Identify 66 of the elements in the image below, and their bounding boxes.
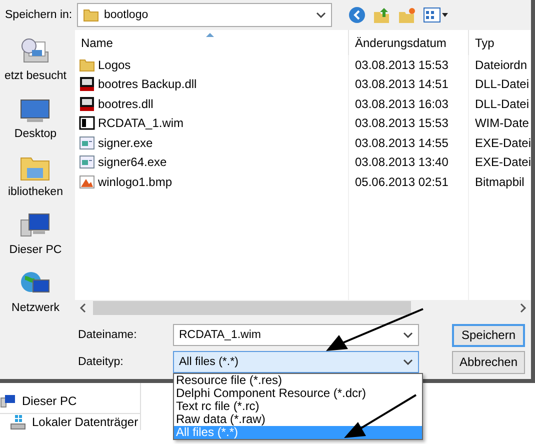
date-cell: 05.06.2013 02:51 <box>348 172 469 192</box>
filetype-option[interactable]: Text rc file (*.rc) <box>174 400 422 413</box>
folder-icon <box>83 7 99 23</box>
column-header[interactable]: Typ <box>468 30 531 55</box>
folder-dropdown[interactable]: bootlogo <box>77 3 332 27</box>
type-cell-text: DLL-Datei <box>474 76 530 94</box>
scroll-right-icon[interactable] <box>519 303 527 313</box>
filename-label: Dateiname: <box>76 329 138 341</box>
type-cell-text: Dateiordn <box>474 56 528 74</box>
date-cell: 03.08.2013 15:53 <box>348 55 469 74</box>
filetype-dropdown[interactable]: All files (*.*) <box>172 351 419 373</box>
type-cell-text: DLL-Datei <box>474 96 530 113</box>
cancel-button[interactable]: Abbrechen <box>452 350 525 374</box>
place-label: Dieser PC <box>9 244 62 256</box>
places-item[interactable]: ibliotheken <box>8 152 63 198</box>
date-cell: 03.08.2013 15:53 <box>348 114 469 133</box>
scroll-thumb[interactable] <box>92 301 411 315</box>
up-folder-icon[interactable] <box>373 6 391 24</box>
chevron-icon <box>402 332 413 338</box>
places-item[interactable]: Dieser PC <box>9 210 62 256</box>
chevron-icon <box>316 12 326 18</box>
resource-file-icon <box>78 76 95 92</box>
back-icon[interactable] <box>348 6 366 24</box>
file-name-item[interactable]: signer.exe <box>74 133 349 152</box>
view-menu-icon[interactable] <box>423 6 449 24</box>
drive-icon <box>10 414 26 430</box>
new-folder-icon[interactable] <box>398 6 416 24</box>
navigation-item[interactable]: Lokaler Datenträger <box>0 413 140 430</box>
file-name-item[interactable]: winlogo1.bmp <box>74 172 349 192</box>
save-in-label: Speichern in: <box>5 9 73 21</box>
sort-ascending-icon <box>204 32 215 38</box>
resource-file-icon <box>78 96 95 112</box>
places-item[interactable]: Desktop <box>14 94 57 140</box>
type-cell-text: EXE-Datei <box>474 154 531 172</box>
places-item[interactable]: Netzwerk <box>12 268 60 314</box>
place-label: Netzwerk <box>12 302 60 314</box>
application-window-icon <box>78 134 95 151</box>
image-file-icon <box>78 174 95 190</box>
file-name-item[interactable]: signer64.exe <box>74 152 349 172</box>
navigation-item[interactable]: Dieser PC <box>0 393 140 409</box>
date-cell: 03.08.2013 14:51 <box>348 74 469 94</box>
place-label: Desktop <box>14 128 57 140</box>
filetype-option[interactable]: Raw data (*.raw) <box>174 413 422 426</box>
file-name-item[interactable]: RCDATA_1.wim <box>74 114 349 133</box>
file-name-item[interactable]: bootres.dll <box>74 94 349 114</box>
type-cell-text: Bitmapbil <box>474 174 526 191</box>
date-cell: 03.08.2013 14:55 <box>348 133 469 152</box>
places-item[interactable]: etzt besucht <box>4 36 66 82</box>
date-cell: 03.08.2013 16:03 <box>348 94 469 114</box>
type-cell-text: WIM-Date <box>474 115 530 132</box>
place-label: ibliotheken <box>8 186 63 198</box>
place-label: etzt besucht <box>4 70 66 82</box>
save-button[interactable]: Speichern <box>452 324 525 346</box>
chevron-icon <box>402 359 413 365</box>
file-name-item[interactable]: bootres Backup.dll <box>74 74 349 94</box>
filetype-option[interactable]: Delphi Component Resource (*.dcr) <box>174 387 422 400</box>
date-cell: 03.08.2013 13:40 <box>348 152 469 172</box>
computer-icon <box>0 393 16 409</box>
scroll-left-icon[interactable] <box>78 303 87 313</box>
filetype-option[interactable]: Resource file (*.res) <box>174 374 422 387</box>
file-name-item[interactable]: Logos <box>74 55 349 74</box>
type-cell-text: EXE-Datei <box>474 134 531 152</box>
filename-field[interactable]: RCDATA_1.wim <box>172 324 419 346</box>
filetype-label: Dateityp: <box>76 356 124 368</box>
application-window-icon <box>78 154 95 170</box>
archive-file-icon <box>78 115 95 132</box>
